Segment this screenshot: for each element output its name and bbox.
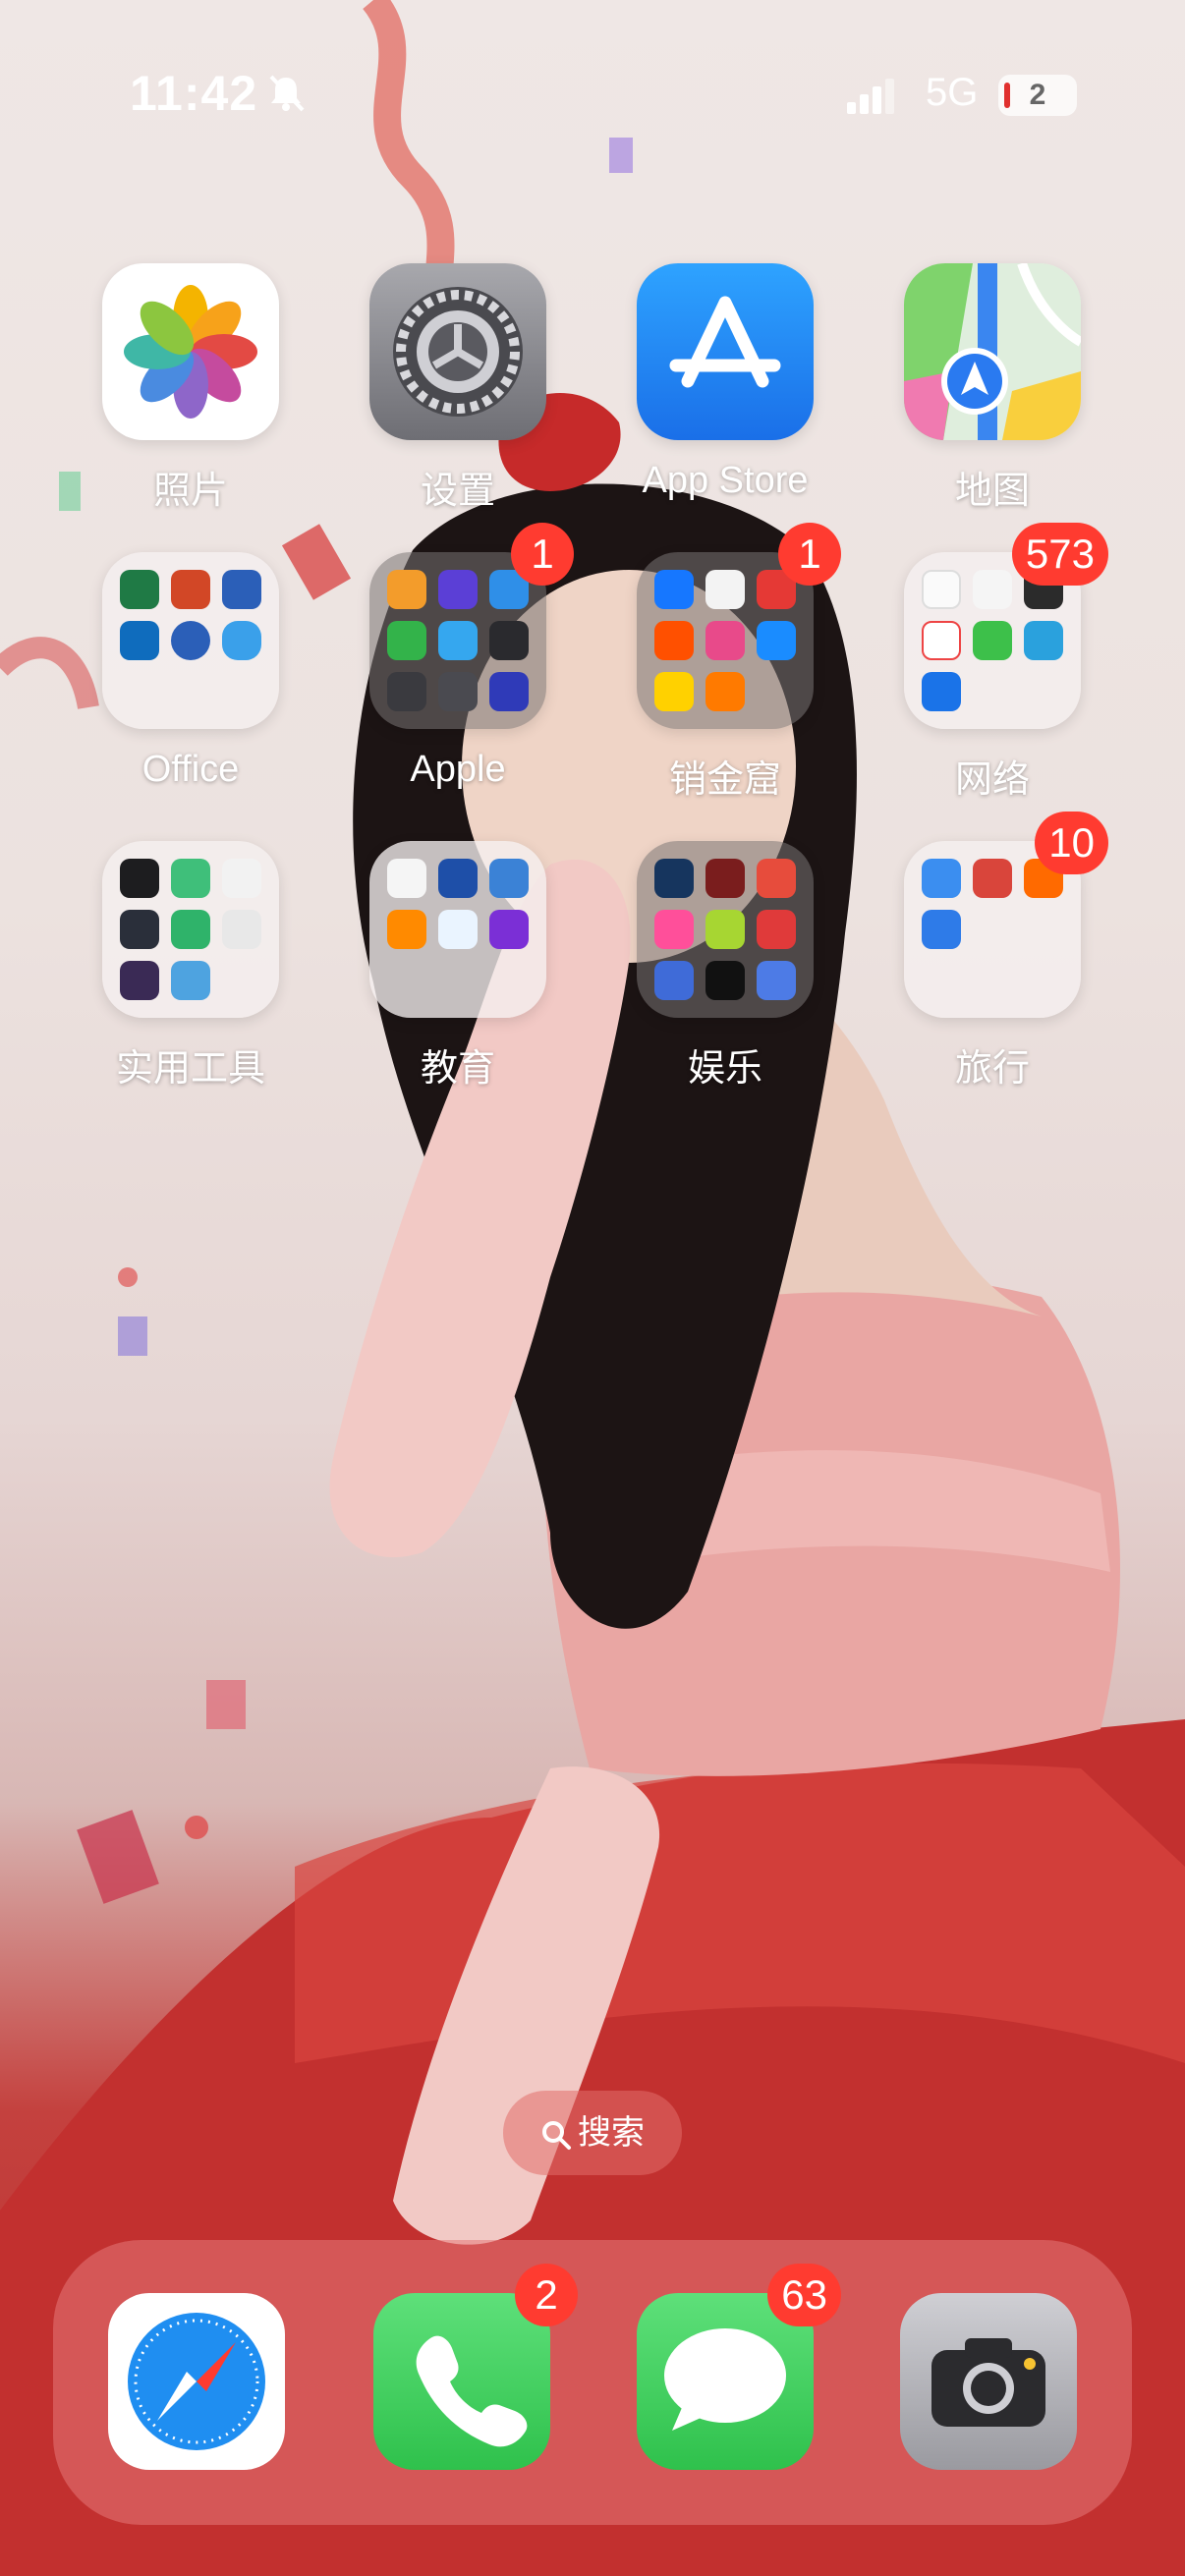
search-icon [542, 2121, 571, 2151]
app-store-icon [637, 263, 814, 440]
search-label: 搜索 [578, 2114, 645, 2152]
folder-icon: 1 [369, 523, 574, 729]
folder-travel[interactable]: 10 旅行 [904, 812, 1108, 1092]
notification-badge: 2 [515, 2264, 578, 2326]
dock-phone[interactable]: 2 [373, 2264, 578, 2470]
app-label: 网络 [954, 759, 1030, 801]
photos-icon [102, 263, 279, 440]
folder-wangluo[interactable]: 573 网络 [904, 523, 1108, 803]
dock-messages[interactable]: 63 [637, 2264, 841, 2470]
app-settings[interactable]: 设置 [369, 263, 546, 514]
dock-camera[interactable] [900, 2293, 1077, 2470]
camera-icon [931, 2338, 1045, 2427]
app-label: 地图 [954, 471, 1030, 512]
gear-icon [369, 263, 546, 440]
app-label: 旅行 [954, 1048, 1030, 1090]
notification-badge: 573 [1011, 523, 1108, 586]
app-label: 销金窟 [668, 759, 781, 801]
app-label: App Store [642, 460, 809, 501]
notification-badge: 63 [767, 2264, 841, 2326]
app-label: Apple [410, 749, 506, 790]
folder-entertainment[interactable]: 娱乐 [637, 841, 814, 1092]
safari-icon [128, 2313, 265, 2450]
battery-low-indicator [1004, 83, 1010, 108]
folder-icon [102, 552, 279, 729]
bell-slash-icon [269, 75, 305, 112]
app-app-store[interactable]: App Store [637, 263, 814, 502]
network-type: 5G [926, 71, 979, 114]
maps-icon [904, 263, 1081, 440]
battery-level: 2 [1029, 79, 1046, 111]
battery-icon: 2 [998, 75, 1077, 116]
app-label: 娱乐 [687, 1048, 762, 1090]
app-photos[interactable]: 照片 [102, 263, 279, 514]
folder-apple[interactable]: 1 Apple [369, 523, 574, 791]
folder-xiaojinku[interactable]: 1 销金窟 [637, 523, 841, 803]
folder-icon: 573 [904, 523, 1108, 729]
app-label: 照片 [152, 471, 228, 512]
app-label: 设置 [420, 471, 495, 512]
folder-icon [369, 841, 546, 1018]
folder-icon: 1 [637, 523, 841, 729]
notification-badge: 10 [1035, 812, 1108, 874]
notification-badge: 1 [778, 523, 841, 586]
status-bar: 11:42 5G 2 [0, 0, 1185, 196]
folder-icon [637, 841, 814, 1018]
dock-safari[interactable] [108, 2293, 285, 2470]
phone-icon [416, 2335, 528, 2447]
cellular-signal-icon [847, 79, 894, 114]
folder-education[interactable]: 教育 [369, 841, 546, 1092]
clock-time: 11:42 [130, 66, 258, 121]
folder-icon: 10 [904, 812, 1108, 1018]
folder-icon [102, 841, 279, 1018]
app-label: 教育 [420, 1048, 495, 1090]
app-label: Office [141, 749, 240, 790]
app-label: 实用工具 [115, 1048, 265, 1090]
app-maps[interactable]: 地图 [904, 263, 1081, 514]
folder-office[interactable]: Office [102, 552, 279, 791]
folder-tools[interactable]: 实用工具 [102, 841, 279, 1092]
notification-badge: 1 [511, 523, 574, 586]
search-button[interactable]: 搜索 [503, 2091, 682, 2175]
